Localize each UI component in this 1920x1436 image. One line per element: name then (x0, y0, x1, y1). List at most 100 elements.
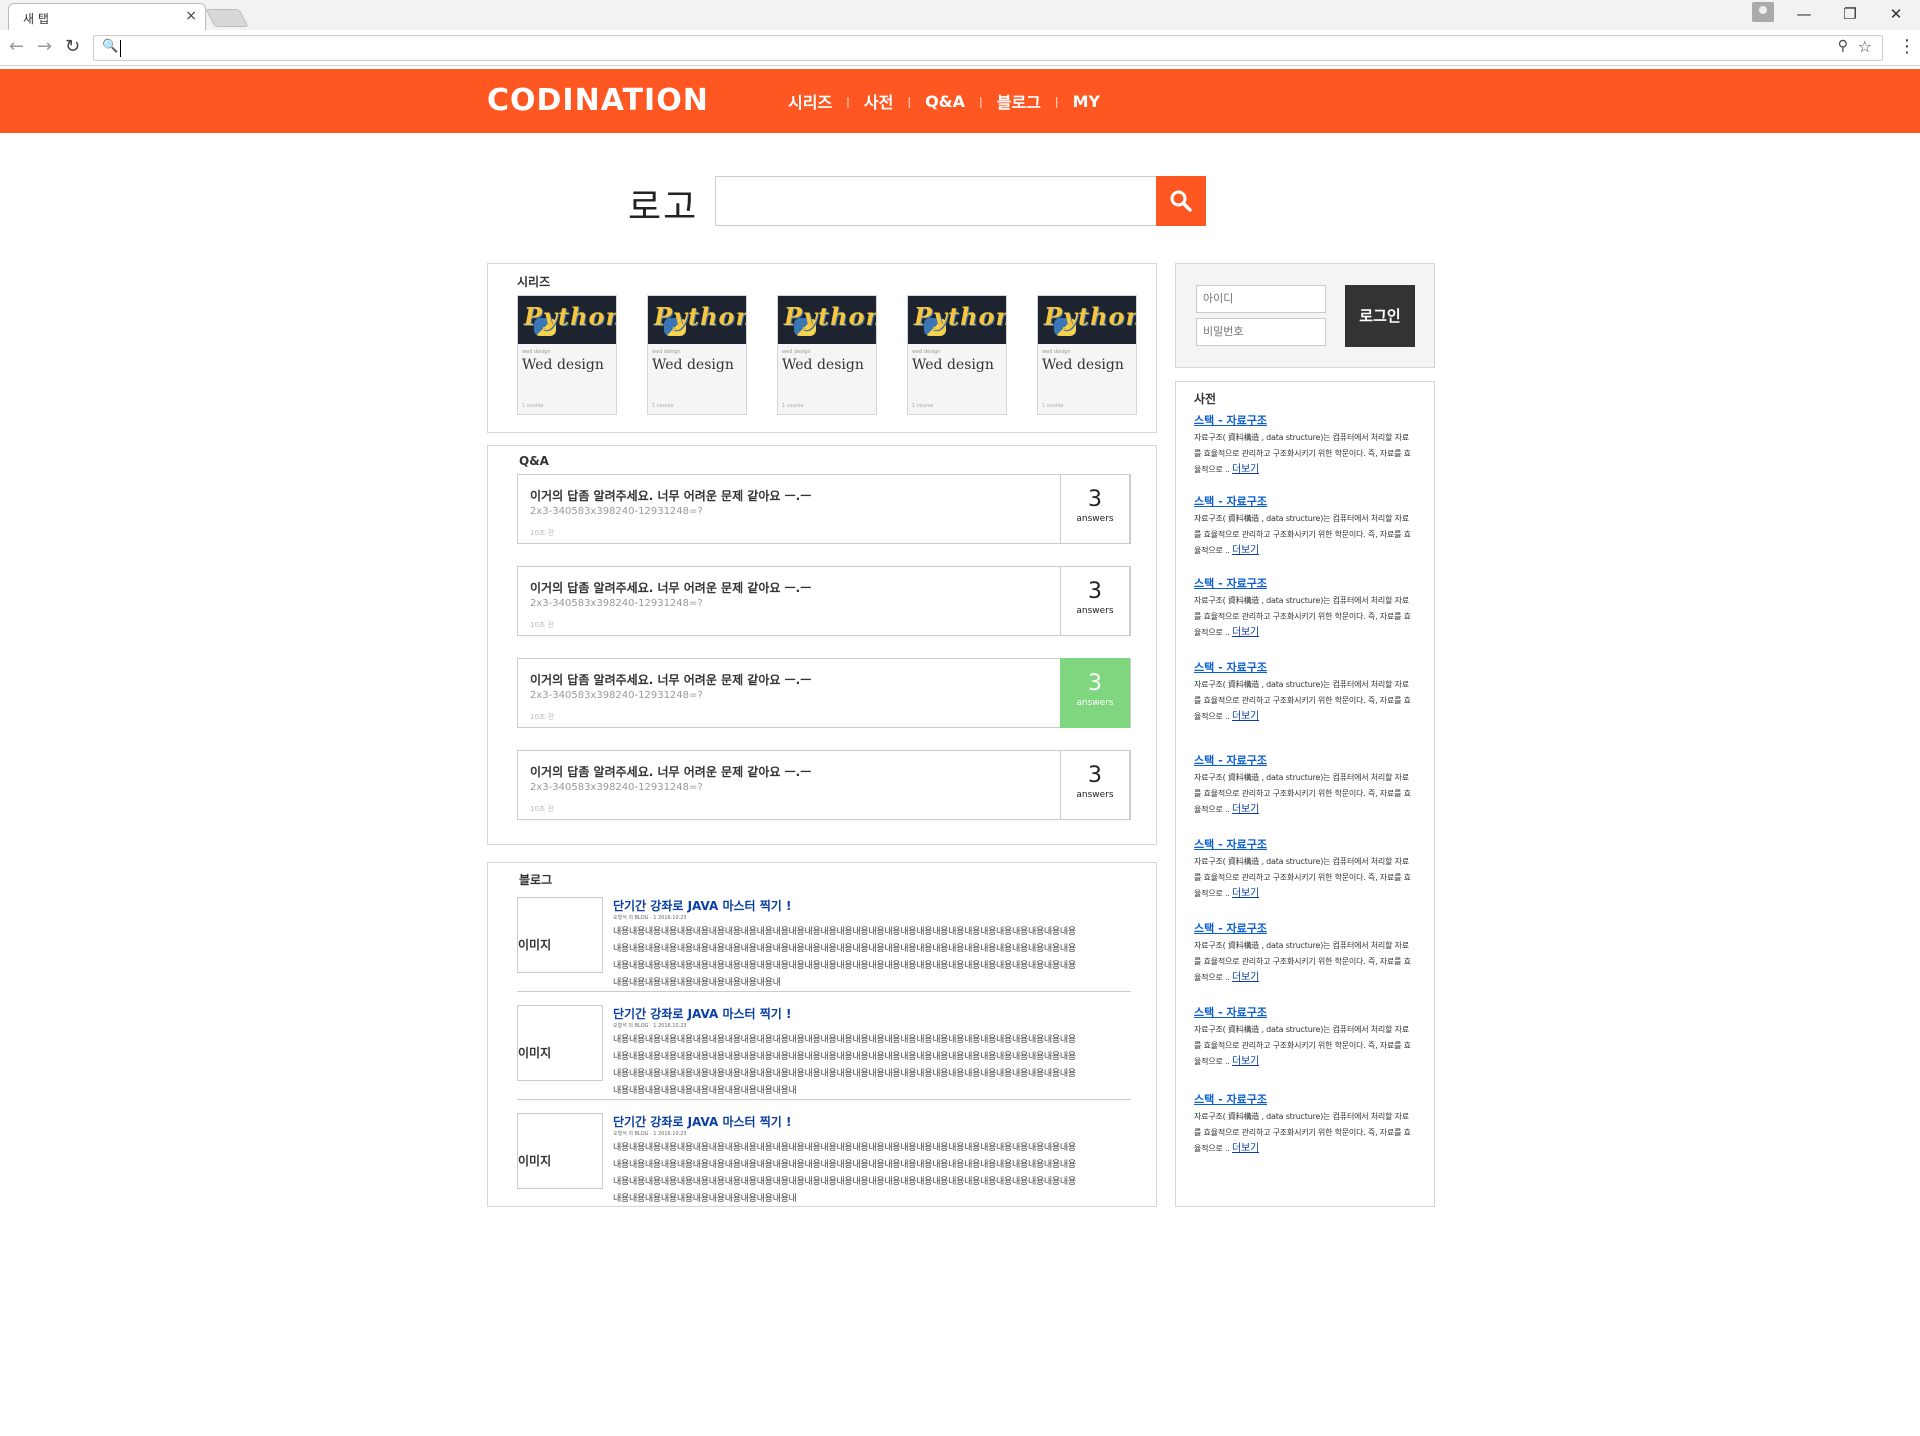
blog-post-excerpt: 내용내용내용내용내용내용내용내용내용내용내용내용내용내용내용내용내용내용내용내용… (613, 1143, 1076, 1204)
answer-label: answers (1076, 698, 1114, 708)
python-thumbnail: Python (518, 296, 616, 344)
more-link[interactable]: 더보기 (1232, 464, 1259, 475)
site-search-input[interactable] (715, 176, 1157, 226)
id-field[interactable] (1196, 285, 1326, 313)
close-window-button[interactable]: ✕ (1876, 2, 1916, 26)
bookmark-star-icon[interactable]: ☆ (1858, 37, 1872, 56)
nav-dictionary[interactable]: 사전 (864, 89, 893, 113)
answer-label: answers (1076, 790, 1114, 800)
dictionary-entry-body: 자료구조( 資料構造 , data structure)는 컴퓨터에서 처리할 … (1194, 938, 1414, 986)
dictionary-entry-body: 자료구조( 資料構造 , data structure)는 컴퓨터에서 처리할 … (1194, 854, 1414, 902)
nav-blog[interactable]: 블로그 (997, 89, 1041, 113)
restore-button[interactable]: ❐ (1830, 2, 1870, 26)
back-icon[interactable]: ← (9, 36, 24, 57)
thumbnail-text: Python (784, 302, 876, 331)
zoom-icon[interactable]: ⚲ (1838, 38, 1848, 54)
site-header: CODINATION 시리즈 | 사전 | Q&A | 블로그 | MY (0, 69, 1920, 133)
more-link[interactable]: 더보기 (1232, 1056, 1259, 1067)
blog-post-title[interactable]: 단기간 강좌로 JAVA 마스터 찍기 ! (613, 897, 792, 914)
site-search-button[interactable] (1156, 176, 1206, 226)
series-card[interactable]: Python wed design Wed design 1 course (777, 295, 877, 415)
blog-thumbnail: 이미지 (517, 1113, 603, 1189)
python-thumbnail: Python (778, 296, 876, 344)
forward-icon[interactable]: → (37, 36, 52, 57)
blog-item[interactable]: 이미지 단기간 강좌로 JAVA 마스터 찍기 ! 오형석 의 BLOG · 1 2… (517, 1005, 1131, 1113)
more-link[interactable]: 더보기 (1232, 627, 1259, 638)
nav-my[interactable]: MY (1073, 92, 1101, 111)
blog-thumbnail: 이미지 (517, 1005, 603, 1081)
blog-post-title[interactable]: 단기간 강좌로 JAVA 마스터 찍기 ! (613, 1005, 792, 1022)
card-name: Wed design (1042, 357, 1124, 373)
dictionary-entry: 스택 - 자료구조자료구조( 資料構造 , data structure)는 컴… (1194, 920, 1414, 986)
login-panel: 로그인 (1175, 263, 1435, 368)
dictionary-entry-title[interactable]: 스택 - 자료구조 (1194, 920, 1414, 936)
blog-post-title[interactable]: 단기간 강좌로 JAVA 마스터 찍기 ! (613, 1113, 792, 1130)
more-link[interactable]: 더보기 (1232, 711, 1259, 722)
more-link[interactable]: 더보기 (1232, 972, 1259, 983)
dictionary-entry-title[interactable]: 스택 - 자료구조 (1194, 412, 1414, 428)
address-bar[interactable]: 🔍 ⚲ ☆ (93, 35, 1883, 61)
answer-count: 3 (1088, 763, 1102, 788)
card-category: wed design (912, 349, 941, 355)
dictionary-entry: 스택 - 자료구조자료구조( 資料構造 , data structure)는 컴… (1194, 575, 1414, 641)
text-caret (120, 40, 121, 57)
series-card[interactable]: Python wed design Wed design 1 course (1037, 295, 1137, 415)
dictionary-entry-title[interactable]: 스택 - 자료구조 (1194, 659, 1414, 675)
qa-item[interactable]: 이거의 답좀 알려주세요. 너무 어려운 문제 같아요 ㅡ.ㅡ 2x3-34058… (517, 658, 1131, 728)
python-thumbnail: Python (648, 296, 746, 344)
dictionary-entry-title[interactable]: 스택 - 자료구조 (1194, 836, 1414, 852)
dictionary-entry-text: 자료구조( 資料構造 , data structure)는 컴퓨터에서 처리할 … (1194, 1112, 1411, 1153)
site-logo-placeholder: 로고 (628, 187, 699, 228)
blog-item[interactable]: 이미지 단기간 강좌로 JAVA 마스터 찍기 ! 오형석 의 BLOG · 1 2… (517, 1113, 1131, 1221)
card-count: 1 course (782, 403, 804, 409)
qa-item[interactable]: 이거의 답좀 알려주세요. 너무 어려운 문제 같아요 ㅡ.ㅡ 2x3-34058… (517, 474, 1131, 544)
blog-title: 블로그 (519, 873, 553, 887)
dictionary-entry-title[interactable]: 스택 - 자료구조 (1194, 493, 1414, 509)
minimize-button[interactable]: — (1784, 2, 1824, 26)
series-card[interactable]: Python wed design Wed design 1 course (907, 295, 1007, 415)
series-card[interactable]: Python wed design Wed design 1 course (647, 295, 747, 415)
dictionary-entry-body: 자료구조( 資料構造 , data structure)는 컴퓨터에서 처리할 … (1194, 511, 1414, 559)
divider (517, 991, 1131, 992)
new-tab-button[interactable] (205, 9, 249, 27)
qa-detail: 2x3-340583x398240-12931248=? (530, 598, 703, 609)
qa-time: 10초 전 (530, 713, 555, 721)
reload-icon[interactable]: ↻ (65, 36, 80, 57)
dictionary-entry: 스택 - 자료구조자료구조( 資料構造 , data structure)는 컴… (1194, 493, 1414, 559)
password-field[interactable] (1196, 318, 1326, 346)
qa-title: Q&A (519, 454, 549, 468)
more-link[interactable]: 더보기 (1232, 1143, 1259, 1154)
dictionary-entry-title[interactable]: 스택 - 자료구조 (1194, 1091, 1414, 1107)
more-link[interactable]: 더보기 (1232, 545, 1259, 556)
more-link[interactable]: 더보기 (1232, 804, 1259, 815)
answer-label: answers (1076, 514, 1114, 524)
dictionary-entry-body: 자료구조( 資料構造 , data structure)는 컴퓨터에서 처리할 … (1194, 593, 1414, 641)
dictionary-entry-body: 자료구조( 資料構造 , data structure)는 컴퓨터에서 처리할 … (1194, 1109, 1414, 1157)
series-panel: 시리즈 Python wed design Wed design 1 course Py… (487, 263, 1157, 433)
browser-menu-icon[interactable]: ⋮ (1898, 38, 1916, 56)
dictionary-entry-text: 자료구조( 資料構造 , data structure)는 컴퓨터에서 처리할 … (1194, 1025, 1411, 1066)
nav-qa[interactable]: Q&A (925, 92, 965, 111)
qa-item[interactable]: 이거의 답좀 알려주세요. 너무 어려운 문제 같아요 ㅡ.ㅡ 2x3-34058… (517, 750, 1131, 820)
blog-item[interactable]: 이미지 단기간 강좌로 JAVA 마스터 찍기 ! 오형석 의 BLOG · 1 2… (517, 897, 1131, 1005)
thumbnail-text: Python (914, 302, 1006, 331)
series-card[interactable]: Python wed design Wed design 1 course (517, 295, 617, 415)
dictionary-entry-title[interactable]: 스택 - 자료구조 (1194, 575, 1414, 591)
tab-close-icon[interactable]: × (185, 8, 197, 24)
nav-series[interactable]: 시리즈 (788, 89, 832, 113)
dictionary-entry-title[interactable]: 스택 - 자료구조 (1194, 752, 1414, 768)
card-category: wed design (522, 349, 551, 355)
dictionary-entry-text: 자료구조( 資料構造 , data structure)는 컴퓨터에서 처리할 … (1194, 857, 1411, 898)
qa-item[interactable]: 이거의 답좀 알려주세요. 너무 어려운 문제 같아요 ㅡ.ㅡ 2x3-34058… (517, 566, 1131, 636)
more-link[interactable]: 더보기 (1232, 888, 1259, 899)
browser-tab[interactable]: 새 탭 × (8, 3, 206, 30)
dictionary-entry-text: 자료구조( 資料構造 , data structure)는 컴퓨터에서 처리할 … (1194, 773, 1411, 814)
card-count: 1 course (1042, 403, 1064, 409)
python-thumbnail: Python (1038, 296, 1136, 344)
dictionary-entry-title[interactable]: 스택 - 자료구조 (1194, 1004, 1414, 1020)
login-button[interactable]: 로그인 (1345, 285, 1415, 347)
browser-tabstrip: 새 탭 × — ❐ ✕ (0, 0, 1920, 30)
profile-icon[interactable] (1752, 2, 1774, 22)
brand-logo[interactable]: CODINATION (487, 83, 709, 118)
dictionary-entry-body: 자료구조( 資料構造 , data structure)는 컴퓨터에서 처리할 … (1194, 677, 1414, 725)
